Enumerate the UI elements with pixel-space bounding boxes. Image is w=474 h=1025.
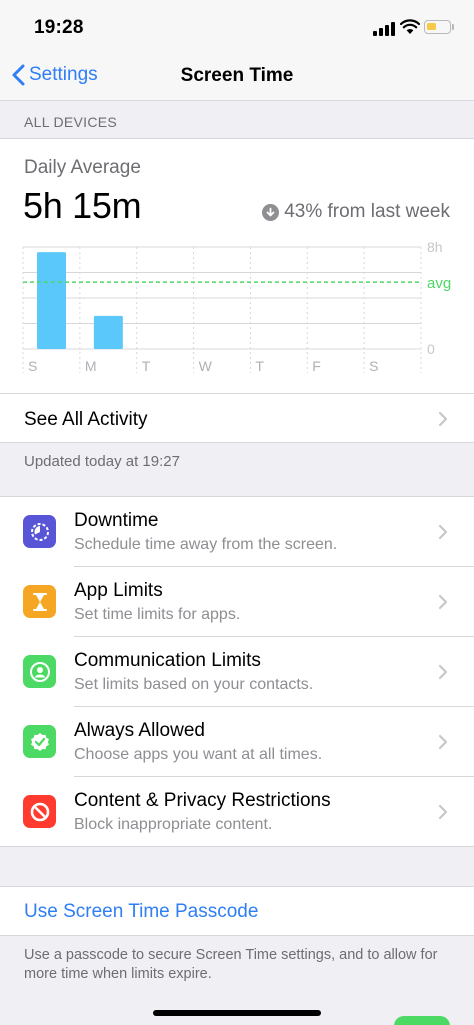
page-title: Screen Time xyxy=(180,65,294,86)
see-all-activity-label: See All Activity xyxy=(24,409,148,430)
settings-item-title: Downtime xyxy=(74,510,159,531)
restriction-icon xyxy=(23,795,56,828)
x-tick-label: F xyxy=(312,358,321,374)
x-tick-label: S xyxy=(369,358,378,374)
home-indicator[interactable] xyxy=(153,1010,321,1016)
status-bar: 19:28 xyxy=(0,0,474,50)
battery-tip xyxy=(452,24,454,30)
chevron-right-icon xyxy=(438,804,448,820)
y-tick-label: 0 xyxy=(427,341,435,357)
settings-item-subtitle: Set limits based on your contacts. xyxy=(74,676,314,693)
x-tick-label: S xyxy=(28,358,37,374)
updated-timestamp: Updated today at 19:27 xyxy=(24,453,180,470)
settings-item-downtime[interactable]: Downtime Schedule time away from the scr… xyxy=(0,497,474,567)
average-label: avg xyxy=(427,275,451,292)
contact-icon xyxy=(23,655,56,688)
usage-summary-card: Daily Average 5h 15m 43% from last week … xyxy=(0,138,474,443)
trend-text: 43% from last week xyxy=(284,201,450,222)
settings-item-always-allowed[interactable]: Always Allowed Choose apps you want at a… xyxy=(0,707,474,777)
chevron-right-icon xyxy=(438,524,448,540)
battery-fill xyxy=(427,23,436,30)
chart-bar xyxy=(37,252,66,349)
settings-item-title: Content & Privacy Restrictions xyxy=(74,790,331,811)
settings-item-content-privacy[interactable]: Content & Privacy Restrictions Block ina… xyxy=(0,777,474,847)
toggle-switch[interactable] xyxy=(394,1016,450,1025)
downtime-icon xyxy=(23,515,56,548)
arrow-down-circle-icon xyxy=(262,203,280,221)
settings-item-subtitle: Set time limits for apps. xyxy=(74,606,241,623)
x-tick-label: M xyxy=(85,358,97,374)
hourglass-icon xyxy=(23,585,56,618)
settings-item-title: Always Allowed xyxy=(74,720,205,741)
settings-item-title: App Limits xyxy=(74,580,163,601)
wifi-icon xyxy=(400,19,420,34)
trend-indicator: 43% from last week xyxy=(262,201,450,223)
settings-item-title: Communication Limits xyxy=(74,650,261,671)
y-tick-label: 8h xyxy=(427,239,443,255)
daily-average-value: 5h 15m xyxy=(23,185,142,226)
passcode-note: Use a passcode to secure Screen Time set… xyxy=(24,947,438,982)
x-tick-label: W xyxy=(199,358,213,374)
chevron-right-icon xyxy=(438,411,448,427)
chevron-right-icon xyxy=(438,664,448,680)
cellular-signal-icon xyxy=(373,22,397,36)
x-tick-label: T xyxy=(142,358,151,374)
checkmark-seal-icon xyxy=(23,725,56,758)
usage-bar-chart: avg 8h 0 S M T W T F S xyxy=(22,239,451,374)
screen-time-settings-list: Downtime Schedule time away from the scr… xyxy=(0,496,474,847)
settings-item-communication-limits[interactable]: Communication Limits Set limits based on… xyxy=(0,637,474,707)
chevron-right-icon xyxy=(438,734,448,750)
chart-bar xyxy=(93,315,123,349)
daily-average-label: Daily Average xyxy=(24,157,141,178)
see-all-activity-row[interactable]: See All Activity xyxy=(0,393,474,443)
status-time: 19:28 xyxy=(34,17,84,38)
passcode-row: Use Screen Time Passcode xyxy=(0,886,474,936)
settings-item-subtitle: Schedule time away from the screen. xyxy=(74,536,338,553)
settings-item-app-limits[interactable]: App Limits Set time limits for apps. xyxy=(0,567,474,637)
navigation-bar: Settings Screen Time xyxy=(0,50,474,101)
use-passcode-button[interactable]: Use Screen Time Passcode xyxy=(24,901,258,923)
battery-icon xyxy=(424,20,451,34)
settings-item-subtitle: Choose apps you want at all times. xyxy=(74,746,323,763)
x-tick-label: T xyxy=(255,358,264,374)
settings-item-subtitle: Block inappropriate content. xyxy=(74,816,273,833)
section-header-all-devices: ALL DEVICES xyxy=(24,114,118,130)
chevron-right-icon xyxy=(438,594,448,610)
